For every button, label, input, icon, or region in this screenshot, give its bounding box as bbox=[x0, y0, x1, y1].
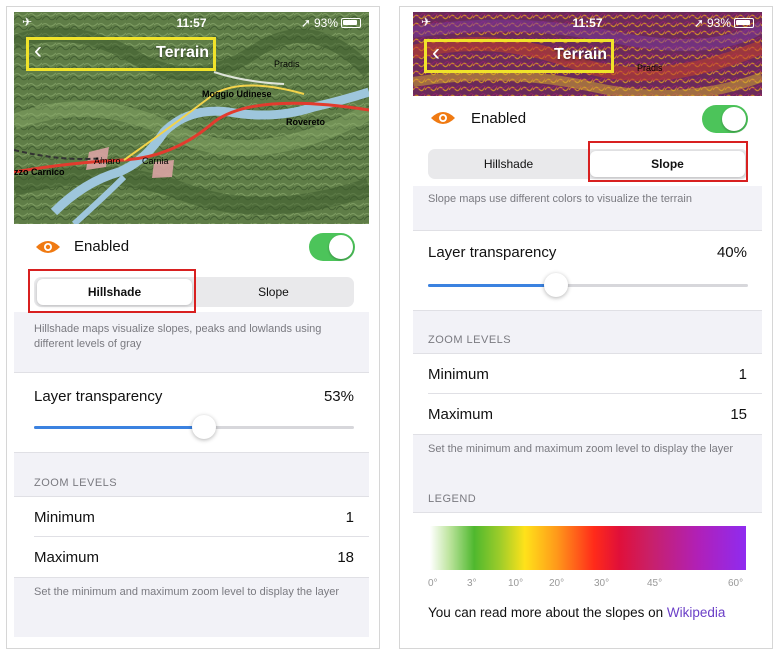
minimum-label: Minimum bbox=[428, 366, 489, 383]
legend-tick: 0° bbox=[428, 578, 438, 589]
slope-legend-gradient bbox=[430, 526, 746, 570]
legend-header: LEGEND bbox=[428, 493, 477, 505]
transparency-value: 53% bbox=[323, 388, 354, 405]
phone-screen-right: Pradis ✈ 11:57 ➚ 93% ‹ Terrain Enabled H… bbox=[413, 12, 762, 637]
maximum-value[interactable]: 15 bbox=[730, 406, 747, 423]
location-arrow-icon: ➚ bbox=[693, 16, 704, 30]
eye-icon bbox=[36, 241, 60, 253]
map-label-rovereto: Rovereto bbox=[286, 117, 326, 127]
map-label-pradis: Pradis bbox=[637, 63, 663, 73]
zoom-levels-header: ZOOM LEVELS bbox=[34, 477, 118, 489]
eye-icon bbox=[431, 112, 455, 124]
divider bbox=[413, 230, 762, 231]
battery-percent: 93% bbox=[706, 16, 731, 30]
divider bbox=[413, 434, 762, 435]
divider bbox=[14, 577, 369, 578]
highlight-box-nav bbox=[26, 37, 216, 71]
map-label-carnia: Carnia bbox=[142, 156, 169, 166]
battery-icon bbox=[341, 18, 361, 28]
transparency-slider-fill bbox=[34, 426, 204, 429]
transparency-card bbox=[413, 230, 762, 310]
map-label-carnico: zzo Carnico bbox=[14, 167, 65, 177]
maximum-value[interactable]: 18 bbox=[337, 549, 354, 566]
battery-percent: 93% bbox=[313, 16, 338, 30]
segment-hillshade[interactable]: Hillshade bbox=[431, 151, 586, 177]
highlight-box-slope bbox=[588, 141, 748, 182]
zoom-note: Set the minimum and maximum zoom level t… bbox=[34, 586, 340, 598]
zoom-levels-header: ZOOM LEVELS bbox=[428, 334, 512, 346]
transparency-slider[interactable] bbox=[34, 415, 354, 439]
enabled-toggle[interactable] bbox=[309, 233, 355, 261]
segment-slope[interactable]: Slope bbox=[196, 279, 351, 305]
wikipedia-link[interactable]: Wikipedia bbox=[667, 605, 726, 620]
minimum-label: Minimum bbox=[34, 509, 95, 526]
map-view[interactable]: Pradis ✈ 11:57 ➚ 93% ‹ Terrain bbox=[413, 12, 762, 96]
maximum-label: Maximum bbox=[428, 406, 494, 423]
legend-tick: 30° bbox=[594, 578, 610, 589]
phone-screen-left: Pradis Moggio Udinese Rovereto Amaro Car… bbox=[14, 12, 369, 637]
transparency-value: 40% bbox=[716, 244, 747, 261]
transparency-slider[interactable] bbox=[428, 273, 748, 297]
transparency-slider-fill bbox=[428, 284, 556, 287]
divider bbox=[413, 512, 762, 513]
minimum-value[interactable]: 1 bbox=[739, 366, 747, 383]
divider bbox=[14, 372, 369, 373]
map-label-amaro: Amaro bbox=[94, 156, 121, 166]
minimum-value[interactable]: 1 bbox=[346, 509, 354, 526]
transparency-label: Layer transparency bbox=[34, 388, 163, 405]
divider bbox=[413, 310, 762, 311]
read-more-text: You can read more about the slopes on Wi… bbox=[428, 605, 725, 620]
layer-description: Slope maps use different colors to visua… bbox=[428, 193, 692, 205]
divider bbox=[428, 393, 762, 394]
divider bbox=[14, 496, 369, 497]
transparency-slider-knob[interactable] bbox=[544, 273, 568, 297]
zoom-note: Set the minimum and maximum zoom level t… bbox=[428, 443, 734, 455]
legend-tick: 60° bbox=[728, 578, 744, 589]
enabled-label: Enabled bbox=[471, 110, 527, 127]
status-bar: ✈ 11:57 ➚ 93% bbox=[413, 12, 762, 34]
map-label-pradis: Pradis bbox=[274, 59, 300, 69]
divider bbox=[413, 353, 762, 354]
map-view[interactable]: Pradis Moggio Udinese Rovereto Amaro Car… bbox=[14, 12, 369, 224]
transparency-card bbox=[14, 372, 369, 452]
map-label-moggio: Moggio Udinese bbox=[202, 89, 272, 99]
location-arrow-icon: ➚ bbox=[300, 16, 311, 30]
legend-tick: 20° bbox=[549, 578, 565, 589]
maximum-label: Maximum bbox=[34, 549, 100, 566]
layer-description: Hillshade maps visualize slopes, peaks a… bbox=[34, 323, 322, 350]
transparency-label: Layer transparency bbox=[428, 244, 557, 261]
legend-tick: 3° bbox=[467, 578, 477, 589]
enabled-label: Enabled bbox=[74, 238, 130, 255]
divider bbox=[14, 452, 369, 453]
enabled-toggle[interactable] bbox=[702, 105, 748, 133]
legend-tick: 45° bbox=[647, 578, 663, 589]
read-more-prefix: You can read more about the slopes on bbox=[428, 605, 667, 620]
legend-tick: 10° bbox=[508, 578, 524, 589]
highlight-box-hillshade bbox=[28, 269, 196, 313]
divider bbox=[34, 536, 369, 537]
battery-icon bbox=[734, 18, 754, 28]
transparency-slider-knob[interactable] bbox=[192, 415, 216, 439]
highlight-box-nav bbox=[424, 39, 614, 73]
status-bar: ✈ 11:57 ➚ 93% bbox=[14, 12, 369, 34]
